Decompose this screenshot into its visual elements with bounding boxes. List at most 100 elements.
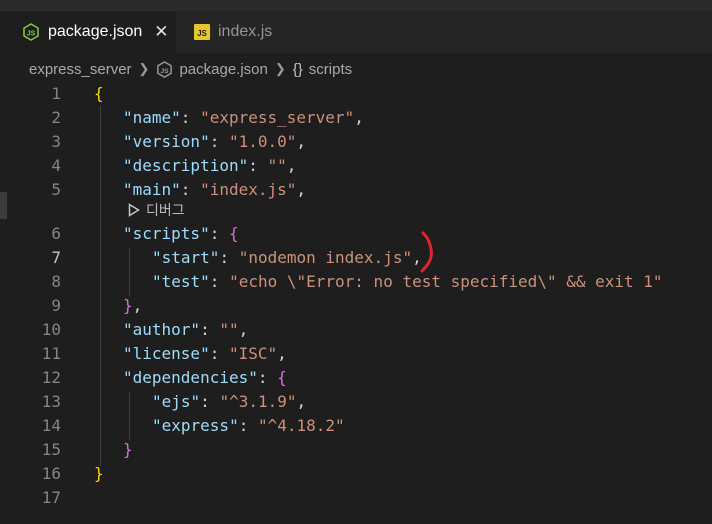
nodejs-json-icon: JS xyxy=(156,60,173,78)
json-key: "test" xyxy=(152,272,210,291)
colon: : xyxy=(257,368,278,387)
line-number: 7 xyxy=(51,248,61,267)
tab-package-json[interactable]: JS package.json ✕ xyxy=(0,11,176,53)
tab-bar: JS package.json ✕ JS index.js xyxy=(0,11,712,53)
close-brace: } xyxy=(123,440,133,459)
json-value: "^3.1.9" xyxy=(219,392,297,411)
json-value: "1.0.0" xyxy=(228,132,297,151)
json-value: "^4.18.2" xyxy=(257,416,345,435)
code-line: 16 } xyxy=(0,462,712,486)
colon: : xyxy=(209,224,229,243)
code-line: 5 "main": "index.js", xyxy=(0,178,712,202)
colon: : xyxy=(209,344,229,363)
line-number: 17 xyxy=(41,488,61,507)
svg-text:JS: JS xyxy=(197,29,207,38)
json-key: "description" xyxy=(123,156,249,175)
code-line: 13 "ejs": "^3.1.9", xyxy=(0,390,712,414)
json-value: "" xyxy=(219,320,239,339)
json-value: "nodemon index.js" xyxy=(238,248,413,267)
json-value: "index.js" xyxy=(200,180,297,199)
colon: : xyxy=(200,392,220,411)
comma: , xyxy=(238,320,249,339)
code-line: 4 "description": "", xyxy=(0,154,712,178)
comma: , xyxy=(286,156,297,175)
svg-text:JS: JS xyxy=(161,67,170,74)
json-value: "echo \"Error: no test specified\" && ex… xyxy=(229,272,663,291)
json-key: "license" xyxy=(123,344,210,363)
tab-label: package.json xyxy=(48,23,143,40)
code-editor[interactable]: 1 { 2 "name": "express_server", 3 "versi… xyxy=(0,82,712,524)
code-line: 3 "version": "1.0.0", xyxy=(0,130,712,154)
json-key: "scripts" xyxy=(123,224,210,243)
comma: , xyxy=(354,108,364,127)
colon: : xyxy=(209,272,230,291)
line-number: 12 xyxy=(41,368,61,387)
code-line: 6 "scripts": { xyxy=(0,222,712,246)
line-number: 5 xyxy=(51,180,61,199)
colon: : xyxy=(248,156,268,175)
object-symbol-icon: {} xyxy=(292,60,303,78)
json-key: "version" xyxy=(123,132,210,151)
colon: : xyxy=(180,108,201,127)
code-line: 2 "name": "express_server", xyxy=(0,106,712,130)
debug-codelens[interactable]: 디버그 xyxy=(128,200,185,220)
breadcrumb-folder[interactable]: express_server xyxy=(29,61,132,78)
window-top-strip xyxy=(0,0,712,11)
colon: : xyxy=(219,248,239,267)
colon: : xyxy=(200,320,220,339)
code-line: 17 xyxy=(0,486,712,510)
open-brace: { xyxy=(228,224,239,243)
code-line: 15 } xyxy=(0,438,712,462)
red-annotation-mark xyxy=(420,231,433,273)
open-brace: { xyxy=(94,84,104,103)
debug-label: 디버그 xyxy=(146,202,185,218)
json-key: "start" xyxy=(152,248,220,267)
line-number: 10 xyxy=(41,320,61,339)
json-value: "" xyxy=(267,156,287,175)
code-line: 8 "test": "echo \"Error: no test specifi… xyxy=(0,270,712,294)
code-line-current: 7 "start": "nodemon index.js", xyxy=(0,246,712,270)
nodejs-json-icon: JS xyxy=(22,23,40,41)
breadcrumb: express_server ❯ JS package.json ❯ {} sc… xyxy=(29,58,352,80)
colon: : xyxy=(209,132,229,151)
json-key: "express" xyxy=(152,416,239,435)
close-brace: } xyxy=(94,464,104,483)
json-value: "express_server" xyxy=(200,108,355,127)
line-number: 9 xyxy=(51,296,61,315)
json-key: "main" xyxy=(123,180,181,199)
svg-text:JS: JS xyxy=(27,31,36,38)
json-key: "ejs" xyxy=(152,392,201,411)
code-line: 11 "license": "ISC", xyxy=(0,342,712,366)
line-number: 2 xyxy=(51,108,61,127)
tab-index-js[interactable]: JS index.js xyxy=(176,11,302,53)
line-number: 8 xyxy=(51,272,61,291)
comma: , xyxy=(296,132,307,151)
json-key: "dependencies" xyxy=(123,368,258,387)
play-icon xyxy=(128,203,140,217)
comma: , xyxy=(296,180,307,199)
chevron-right-icon: ❯ xyxy=(274,61,286,76)
colon: : xyxy=(180,180,201,199)
colon: : xyxy=(238,416,258,435)
code-line: 1 { xyxy=(0,82,712,106)
chevron-right-icon: ❯ xyxy=(138,61,150,76)
line-number: 6 xyxy=(51,224,61,243)
close-tab-icon[interactable]: ✕ xyxy=(154,22,168,42)
code-line: 14 "express": "^4.18.2" xyxy=(0,414,712,438)
line-number: 14 xyxy=(41,416,61,435)
breadcrumb-file[interactable]: package.json xyxy=(179,61,267,78)
json-key: "name" xyxy=(123,108,181,127)
comma: , xyxy=(132,296,143,315)
comma: , xyxy=(277,344,287,363)
code-line: 9 }, xyxy=(0,294,712,318)
line-number: 1 xyxy=(51,84,61,103)
line-number: 15 xyxy=(41,440,61,459)
breadcrumb-symbol[interactable]: scripts xyxy=(309,61,352,78)
line-number: 16 xyxy=(41,464,61,483)
code-line: 12 "dependencies": { xyxy=(0,366,712,390)
line-number: 4 xyxy=(51,156,61,175)
line-number: 3 xyxy=(51,132,61,151)
open-brace: { xyxy=(277,368,287,387)
close-brace: } xyxy=(123,296,133,315)
line-number: 13 xyxy=(41,392,61,411)
